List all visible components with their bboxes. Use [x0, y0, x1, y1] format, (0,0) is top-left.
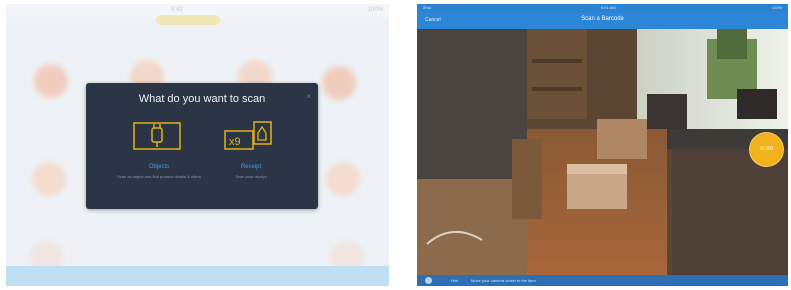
status-battery: 100%	[771, 5, 782, 10]
bottom-hint-bar: Hint Move your camera closer to the item	[417, 275, 788, 286]
option-label-receipt: Receipt	[240, 164, 262, 170]
app-title-placeholder	[156, 15, 220, 25]
camera-scan-screen: iPad 9:41 AM 100% Cancel Scan a Barcode	[417, 4, 788, 286]
status-time: 9:41	[171, 7, 183, 13]
svg-text:x9: x9	[229, 136, 241, 148]
navigation-bar: Cancel Scan a Barcode	[417, 12, 788, 29]
scan-objects-option[interactable]: Objects Scan an object and find product …	[114, 119, 204, 199]
camera-viewfinder	[417, 29, 788, 275]
info-icon[interactable]	[425, 277, 432, 284]
nav-title: Scan a Barcode	[581, 16, 624, 22]
status-time: 9:41 AM	[601, 5, 616, 10]
hint-text: Move your camera closer to the item	[471, 278, 536, 283]
bottom-bar	[6, 266, 389, 286]
status-battery: 100%	[367, 7, 383, 13]
product-scan-icon	[133, 122, 181, 150]
receipt-scan-icon: x9	[224, 121, 272, 150]
option-desc-objects: Scan an object and find product details …	[117, 174, 201, 179]
option-desc-receipt: Scan your receipt	[235, 174, 267, 179]
scan-receipt-option[interactable]: x9 Receipt Scan your receipt	[206, 119, 296, 199]
scan-shutter-button[interactable]: SCAN	[750, 133, 783, 166]
scan-type-dialog: What do you want to scan × Objects Scan …	[86, 83, 318, 209]
close-icon[interactable]: ×	[306, 92, 311, 101]
status-device: iPad	[423, 5, 432, 10]
scan-chooser-screen: 9:41 100% What do you want to scan × Obj…	[6, 4, 389, 286]
option-label-objects: Objects	[148, 164, 170, 170]
hint-label: Hint	[451, 278, 459, 283]
status-bar: iPad 9:41 AM 100%	[417, 4, 788, 12]
dialog-title: What do you want to scan	[138, 93, 266, 105]
